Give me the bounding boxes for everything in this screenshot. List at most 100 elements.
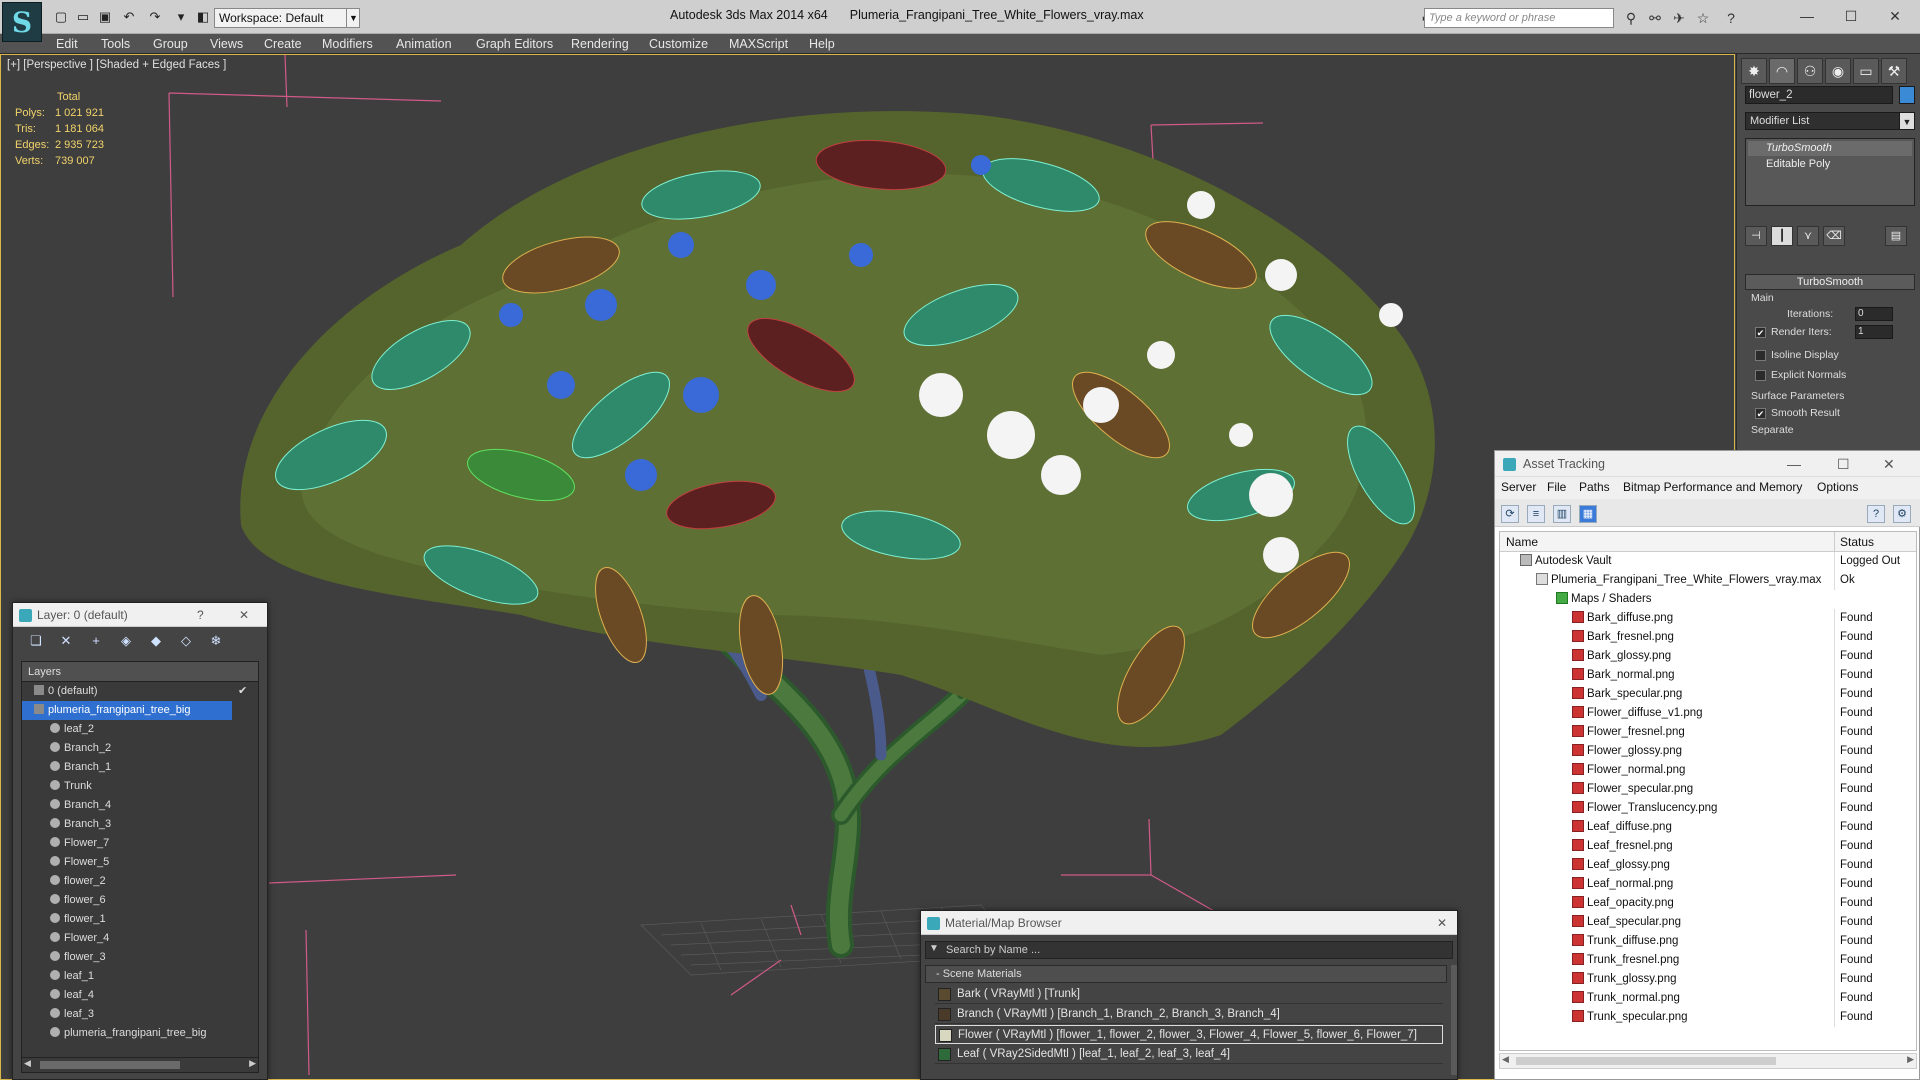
menu-edit[interactable]: Edit (56, 34, 78, 54)
maximize-icon[interactable]: ☐ (1837, 451, 1850, 477)
asset-row[interactable]: Plumeria_Frangipani_Tree_White_Flowers_v… (1500, 571, 1916, 590)
render-iters-checkbox[interactable]: ✔ (1755, 327, 1766, 338)
asset-row[interactable]: Flower_fresnel.png Found (1500, 723, 1916, 742)
stack-item-editable-poly[interactable]: Editable Poly (1748, 157, 1912, 172)
asset-row[interactable]: Flower_normal.png Found (1500, 761, 1916, 780)
asset-menu-bitmap-performance[interactable]: Bitmap Performance and Memory (1623, 480, 1802, 494)
new-file-icon[interactable]: ▢ (52, 8, 70, 26)
asset-row[interactable]: Flower_specular.png Found (1500, 780, 1916, 799)
layer-object-row[interactable]: plumeria_frangipani_tree_big (22, 1024, 258, 1043)
layer-object-row[interactable]: Branch_4 (22, 796, 258, 815)
current-layer-check-icon[interactable]: ✔ (238, 682, 247, 701)
display-tab-icon[interactable]: ▭ (1853, 58, 1879, 84)
menu-rendering[interactable]: Rendering (571, 34, 629, 54)
asset-row[interactable]: Flower_diffuse_v1.png Found (1500, 704, 1916, 723)
layer-object-row[interactable]: flower_3 (22, 948, 258, 967)
explicit-normals-checkbox[interactable] (1755, 370, 1766, 381)
asset-row[interactable]: Trunk_specular.png Found (1500, 1008, 1916, 1027)
workspace-icon[interactable]: ◧ (194, 8, 212, 26)
refresh-icon[interactable]: ⟳ (1501, 505, 1519, 523)
menu-views[interactable]: Views (210, 34, 243, 54)
scroll-left-icon[interactable]: ◀ (24, 1058, 31, 1069)
smooth-result-checkbox[interactable]: ✔ (1755, 408, 1766, 419)
filter-icon[interactable]: ▼ (929, 943, 939, 954)
asset-tracking-titlebar[interactable]: Asset Tracking — ☐ ✕ (1495, 451, 1920, 477)
asset-row[interactable]: Bark_diffuse.png Found (1500, 609, 1916, 628)
layer-object-row[interactable]: Flower_7 (22, 834, 258, 853)
minimize-icon[interactable]: — (1787, 451, 1801, 477)
project-folder-icon[interactable]: ▾ (172, 8, 190, 26)
menu-maxscript[interactable]: MAXScript (729, 34, 788, 54)
remove-modifier-icon[interactable]: ⌫ (1823, 226, 1845, 246)
status-column-header[interactable]: Status (1834, 532, 1874, 552)
motion-tab-icon[interactable]: ◉ (1825, 58, 1851, 84)
modify-tab-icon[interactable]: ◠ (1769, 58, 1795, 84)
material-row[interactable]: Bark ( VRayMtl ) [Trunk] (935, 985, 1443, 1004)
modifier-list-dropdown[interactable]: Modifier List (1745, 112, 1907, 130)
minimize-icon[interactable]: — (1792, 6, 1822, 26)
open-file-icon[interactable]: ▭ (74, 8, 92, 26)
menu-group[interactable]: Group (153, 34, 188, 54)
help-icon[interactable]: ? (1722, 9, 1740, 27)
material-row[interactable]: Leaf ( VRay2SidedMtl ) [leaf_1, leaf_2, … (935, 1045, 1443, 1064)
communication-icon[interactable]: ✈ (1670, 9, 1688, 27)
redo-icon[interactable]: ↷ (146, 8, 164, 26)
make-unique-icon[interactable]: ⋎ (1797, 226, 1819, 246)
layers-column-header[interactable]: Layers (22, 662, 258, 682)
isoline-display-checkbox[interactable] (1755, 350, 1766, 361)
hide-all-icon[interactable]: ◇ (177, 632, 195, 650)
material-row-selected[interactable]: Flower ( VRayMtl ) [flower_1, flower_2, … (935, 1025, 1443, 1044)
list-view-icon[interactable]: ≡ (1527, 505, 1545, 523)
workspace-dropdown[interactable]: Workspace: Default (214, 8, 360, 28)
stack-item-turbosmooth[interactable]: TurboSmooth (1748, 141, 1912, 156)
vertical-scrollbar[interactable] (1451, 965, 1457, 1075)
scrollbar-thumb[interactable] (40, 1061, 180, 1069)
configure-modifier-sets-icon[interactable]: ▤ (1885, 226, 1907, 246)
pin-stack-icon[interactable]: ⊣ (1745, 226, 1767, 246)
detail-view-icon[interactable]: ▥ (1553, 505, 1571, 523)
name-column-header[interactable]: Name (1506, 532, 1538, 552)
asset-row[interactable]: Leaf_normal.png Found (1500, 875, 1916, 894)
layer-object-row[interactable]: leaf_2 (22, 720, 258, 739)
help-icon[interactable]: ? (1867, 505, 1885, 523)
layer-object-row[interactable]: flower_1 (22, 910, 258, 929)
menu-tools[interactable]: Tools (101, 34, 130, 54)
layer-object-row[interactable]: flower_2 (22, 872, 258, 891)
object-color-swatch[interactable] (1899, 86, 1915, 104)
asset-row[interactable]: Maps / Shaders (1500, 590, 1916, 609)
layer-object-row[interactable]: flower_6 (22, 891, 258, 910)
asset-menu-options[interactable]: Options (1817, 480, 1858, 494)
iterations-spinner[interactable]: 0 (1855, 307, 1893, 321)
close-icon[interactable]: ✕ (239, 603, 249, 627)
menu-help[interactable]: Help (809, 34, 835, 54)
help-button[interactable]: ? (197, 603, 204, 627)
asset-row[interactable]: Leaf_opacity.png Found (1500, 894, 1916, 913)
viewport-label[interactable]: [+] [Perspective ] [Shaded + Edged Faces… (7, 59, 226, 71)
object-name-field[interactable]: flower_2 (1745, 86, 1893, 104)
select-objects-icon[interactable]: ◈ (117, 632, 135, 650)
asset-row[interactable]: Leaf_diffuse.png Found (1500, 818, 1916, 837)
material-search-input[interactable]: Search by Name ... (925, 941, 1453, 959)
app-logo-icon[interactable]: S (2, 2, 42, 42)
asset-row[interactable]: Trunk_normal.png Found (1500, 989, 1916, 1008)
menu-create[interactable]: Create (264, 34, 302, 54)
close-icon[interactable]: ✕ (1880, 6, 1910, 26)
layer-object-row[interactable]: Branch_2 (22, 739, 258, 758)
layer-object-row[interactable]: Flower_4 (22, 929, 258, 948)
table-view-icon[interactable]: ▦ (1579, 505, 1597, 523)
asset-row[interactable]: Flower_glossy.png Found (1500, 742, 1916, 761)
scroll-right-icon[interactable]: ▶ (1907, 1054, 1914, 1065)
rollout-header[interactable]: TurboSmooth (1745, 274, 1915, 290)
asset-row[interactable]: Leaf_fresnel.png Found (1500, 837, 1916, 856)
menu-modifiers[interactable]: Modifiers (322, 34, 373, 54)
undo-icon[interactable]: ↶ (120, 8, 138, 26)
horizontal-scrollbar[interactable]: ◀ ▶ (1499, 1053, 1917, 1069)
layer-row[interactable]: 0 (default) ✔ (22, 682, 258, 701)
material-row[interactable]: Branch ( VRayMtl ) [Branch_1, Branch_2, … (935, 1005, 1443, 1024)
subscription-icon[interactable]: ⚯ (1646, 9, 1664, 27)
context-help-icon[interactable]: ⚙ (1893, 505, 1911, 523)
asset-row[interactable]: Flower_Translucency.png Found (1500, 799, 1916, 818)
layer-manager-titlebar[interactable]: Layer: 0 (default) ? ✕ (13, 603, 267, 627)
scroll-left-icon[interactable]: ◀ (1502, 1054, 1509, 1065)
scrollbar-thumb[interactable] (1516, 1057, 1776, 1065)
